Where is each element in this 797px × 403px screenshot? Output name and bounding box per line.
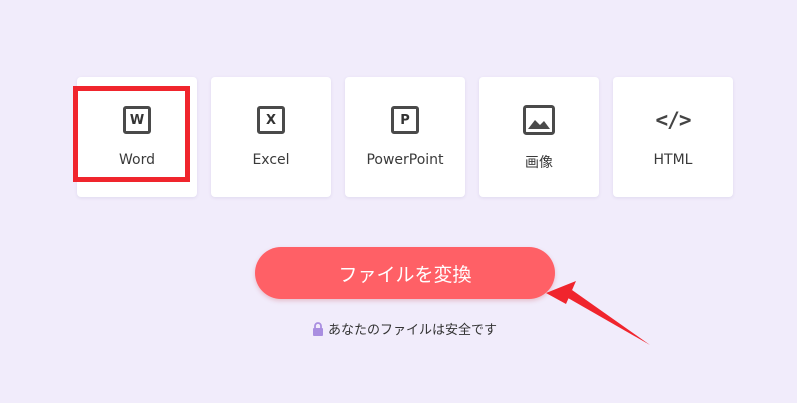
lock-icon bbox=[312, 321, 323, 336]
security-note-text: あなたのファイルは安全です bbox=[327, 323, 497, 338]
format-card-excel[interactable]: X Excel bbox=[211, 77, 331, 197]
powerpoint-icon: P bbox=[388, 103, 422, 137]
convert-file-button[interactable]: ファイルを変換 bbox=[255, 247, 555, 299]
format-label-html: HTML bbox=[653, 152, 693, 168]
format-card-word[interactable]: W Word bbox=[77, 77, 197, 197]
excel-icon: X bbox=[254, 103, 288, 137]
annotation-arrow bbox=[546, 281, 650, 345]
image-icon bbox=[522, 103, 556, 137]
format-card-html[interactable]: </> HTML bbox=[613, 77, 733, 197]
format-options: W Word X Excel P PowerPoint 画像 </> HTML bbox=[77, 77, 733, 197]
code-icon: </> bbox=[655, 108, 692, 132]
format-card-powerpoint[interactable]: P PowerPoint bbox=[345, 77, 465, 197]
security-note: あなたのファイルは安全です bbox=[0, 319, 797, 338]
format-label-powerpoint: PowerPoint bbox=[366, 152, 444, 168]
format-label-image: 画像 bbox=[525, 155, 553, 171]
format-label-word: Word bbox=[119, 152, 155, 168]
format-card-image[interactable]: 画像 bbox=[479, 77, 599, 197]
word-icon: W bbox=[120, 103, 154, 137]
format-label-excel: Excel bbox=[252, 152, 290, 168]
